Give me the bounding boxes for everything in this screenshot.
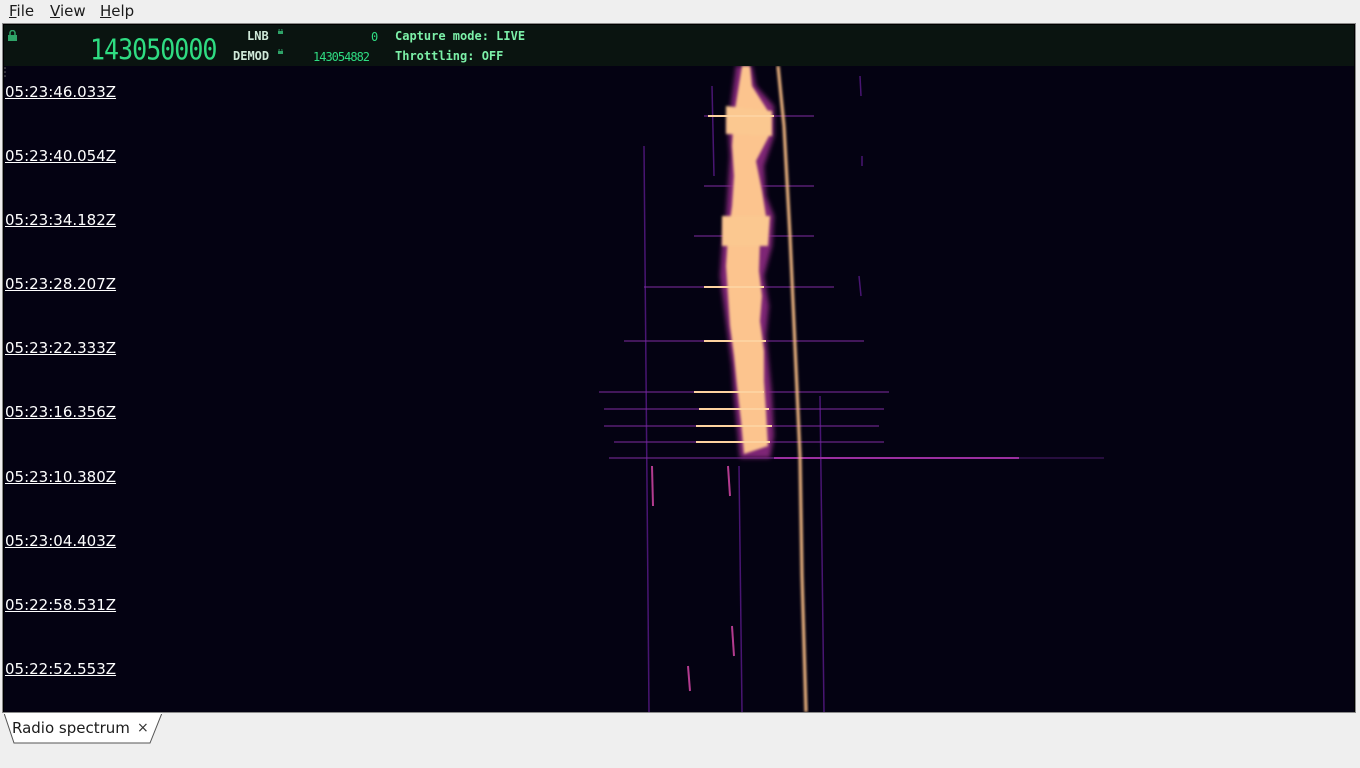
menu-file-rest: ile xyxy=(16,2,35,20)
lnb-label: LNB xyxy=(247,29,269,43)
lock-icon[interactable] xyxy=(7,30,18,41)
drift-line xyxy=(776,66,808,712)
close-icon[interactable]: × xyxy=(137,720,149,736)
lnb-lock-icon[interactable] xyxy=(278,29,283,34)
timestamp-label: 05:23:28.207Z xyxy=(5,275,117,293)
menu-help-rest: elp xyxy=(111,2,135,20)
demod-lock-icon[interactable] xyxy=(278,49,283,54)
menu-view-rest: iew xyxy=(59,2,86,20)
lnb-frequency[interactable]: 0 xyxy=(371,30,378,44)
spectrum-panel: 143050000 LNB 0 DEMOD 143054882 Capture … xyxy=(2,23,1356,713)
timestamp-label: 05:23:04.403Z xyxy=(5,532,117,550)
capture-mode-status: Capture mode: LIVE xyxy=(395,29,526,43)
tuner-header: 143050000 LNB 0 DEMOD 143054882 Capture … xyxy=(4,25,1354,66)
demod-label: DEMOD xyxy=(233,49,270,63)
timestamp-label: 05:22:52.553Z xyxy=(5,660,117,678)
menu-file-mnemonic: F xyxy=(9,2,17,20)
main-frequency-display[interactable]: 143050000 xyxy=(90,33,217,66)
menu-help[interactable]: Help xyxy=(100,2,134,20)
tab-label: Radio spectrum xyxy=(12,719,130,737)
throttling-status: Throttling: OFF xyxy=(395,49,504,63)
timestamp-label: 05:23:16.356Z xyxy=(5,403,117,421)
waterfall-graphic xyxy=(599,66,1104,712)
timestamp-label: 05:23:46.033Z xyxy=(5,83,117,101)
menu-view-mnemonic: V xyxy=(50,2,60,20)
timestamp-label: 05:23:10.380Z xyxy=(5,468,117,486)
demod-frequency[interactable]: 143054882 xyxy=(313,50,370,64)
menu-bar: File View Help xyxy=(0,0,1360,22)
tab-radio-spectrum[interactable]: Radio spectrum × xyxy=(4,713,162,744)
menu-file[interactable]: File xyxy=(9,2,34,20)
waterfall-display[interactable]: 05:23:46.033Z 05:23:40.054Z 05:23:34.182… xyxy=(4,66,1354,712)
timestamp-label: 05:23:40.054Z xyxy=(5,147,117,165)
menu-help-mnemonic: H xyxy=(100,2,112,20)
timestamp-label: 05:23:22.333Z xyxy=(5,339,117,357)
lower-scatter xyxy=(651,465,735,692)
tab-bar: Radio spectrum × xyxy=(0,713,1360,768)
resize-handle[interactable] xyxy=(4,66,6,78)
timestamp-label: 05:22:58.531Z xyxy=(5,596,117,614)
menu-view[interactable]: View xyxy=(50,2,86,20)
timestamp-label: 05:23:34.182Z xyxy=(5,211,117,229)
